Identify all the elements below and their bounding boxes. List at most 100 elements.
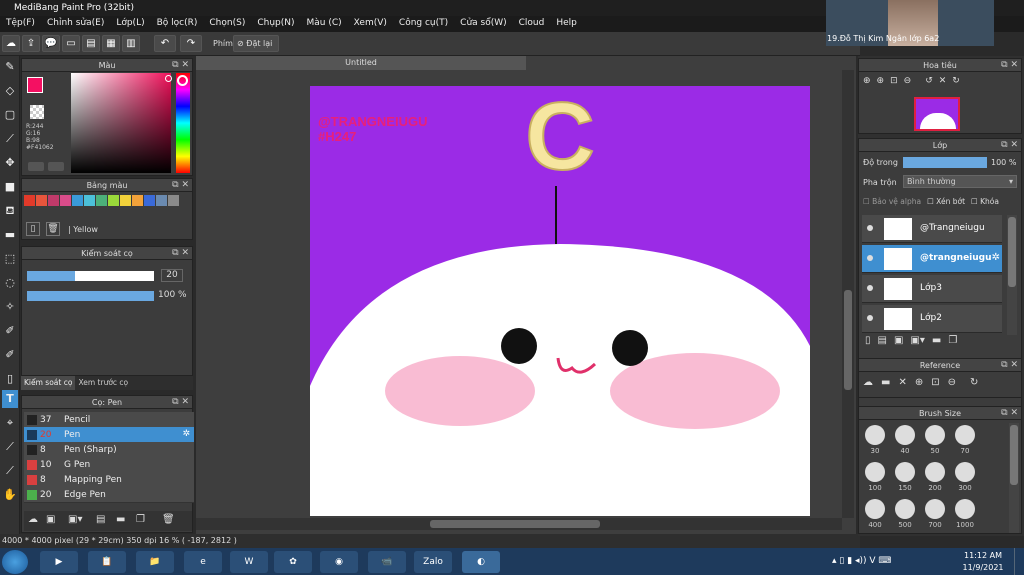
share-icon[interactable]: ⇪	[22, 35, 40, 52]
new-page-icon[interactable]: ▯	[26, 222, 40, 236]
brush-size-dot[interactable]	[925, 462, 945, 482]
gradient-tool-icon[interactable]: ▬	[2, 226, 18, 244]
brush-item[interactable]: 20 Pen ✲	[24, 427, 194, 443]
rotate-right-icon[interactable]: ↻	[952, 76, 960, 90]
palette-swatch[interactable]	[108, 195, 119, 206]
brush-size-dot[interactable]	[955, 462, 975, 482]
operation-tool-icon[interactable]: ⌖	[2, 414, 18, 432]
palette-swatch[interactable]	[144, 195, 155, 206]
teams-icon[interactable]: 📋	[88, 551, 126, 573]
hue-cursor[interactable]	[177, 75, 188, 86]
close-icon[interactable]: ⧉ ✕	[172, 247, 189, 260]
menu-item-11[interactable]: Help	[550, 16, 583, 32]
brush-size-dot[interactable]	[895, 499, 915, 519]
brush-size-dot[interactable]	[895, 462, 915, 482]
chrome-icon[interactable]: ◉	[320, 551, 358, 573]
gear-icon[interactable]: ✲	[182, 429, 190, 439]
layer-row[interactable]: Lớp2	[862, 305, 1002, 333]
lasso-tool-icon[interactable]: ◌	[2, 274, 18, 292]
divide-tool-icon[interactable]: ▯	[2, 370, 18, 388]
tab-brush-preview[interactable]: Xem trước cọ	[75, 376, 131, 390]
brush-size-dot[interactable]	[925, 499, 945, 519]
size-value[interactable]: 20	[161, 269, 183, 282]
close-icon[interactable]: ⧉ ✕	[1001, 59, 1018, 72]
page-icon[interactable]: ▤	[82, 35, 100, 52]
protect-alpha-checkbox[interactable]: ☐ Bảo vệ alpha	[863, 197, 921, 206]
add-brush-menu-icon[interactable]: ▣▾	[68, 514, 82, 525]
eye-icon[interactable]	[867, 315, 873, 321]
merge-icon[interactable]: ❐	[948, 335, 957, 351]
close-icon[interactable]: ⧉ ✕	[1001, 359, 1018, 372]
palette-swatch[interactable]	[168, 195, 179, 206]
brush-item[interactable]: 20 Edge Pen	[24, 487, 194, 503]
menu-item-10[interactable]: Cloud	[513, 16, 551, 32]
eyedropper-2-icon[interactable]: ⟋	[2, 462, 18, 480]
speech-bubble-icon[interactable]: 💬	[42, 35, 60, 52]
opacity-slider[interactable]	[27, 291, 154, 301]
new-layer-3-icon[interactable]: ▣	[894, 335, 903, 351]
reset-view-icon[interactable]: ✕	[939, 76, 947, 90]
medibang-icon[interactable]: ◐	[462, 551, 500, 573]
foreground-swatch[interactable]	[27, 77, 43, 93]
brush-size-dot[interactable]	[955, 499, 975, 519]
internet-explorer-icon[interactable]: e	[184, 551, 222, 573]
open-folder-icon[interactable]: ▬	[881, 377, 890, 388]
eyedropper-icon[interactable]: ⟋	[2, 438, 18, 456]
zoom-out-icon[interactable]: ⊖	[904, 76, 912, 90]
scroll-thumb[interactable]	[844, 290, 852, 390]
redo-icon[interactable]: ↷	[180, 35, 202, 52]
palette-swatch[interactable]	[120, 195, 131, 206]
add-brush-icon[interactable]: ▣	[46, 514, 55, 525]
gear-icon[interactable]: ✲	[992, 252, 1000, 263]
brush-tool-icon[interactable]: ✎	[2, 58, 18, 76]
color-mode-button[interactable]	[28, 162, 44, 171]
magic-wand-icon[interactable]: ✧	[2, 298, 18, 316]
lock-checkbox[interactable]: ☐ Khóa	[971, 197, 999, 206]
layer-row[interactable]: @trangneiugu ✲	[862, 245, 1002, 273]
menu-item-2[interactable]: Lớp(L)	[110, 16, 150, 32]
picker-cursor[interactable]	[165, 75, 172, 82]
folder-icon[interactable]: ▬	[932, 335, 941, 351]
zalo-icon[interactable]: Zalo	[414, 551, 452, 573]
clipping-checkbox[interactable]: ☐ Xén bớt	[927, 197, 965, 206]
brush-item[interactable]: 8 Pen (Sharp)	[24, 442, 194, 458]
brush-item[interactable]: 8 Mapping Pen	[24, 472, 194, 488]
close-icon[interactable]: ⧉ ✕	[172, 59, 189, 72]
bucket-tool-icon[interactable]: ⛾	[2, 202, 18, 220]
new-layer-2-icon[interactable]: ▤	[878, 335, 887, 351]
menu-item-7[interactable]: Xem(V)	[348, 16, 393, 32]
add-layer-menu-icon[interactable]: ▣▾	[910, 335, 924, 351]
brush-item[interactable]: 10 G Pen	[24, 457, 194, 473]
brush-size-scrollbar[interactable]	[1009, 423, 1019, 533]
zoom-icon[interactable]: 📹	[368, 551, 406, 573]
brush-size-dot[interactable]	[895, 425, 915, 445]
app-icon[interactable]: ✿	[274, 551, 312, 573]
show-desktop-button[interactable]	[1014, 548, 1024, 575]
menu-item-9[interactable]: Cửa sổ(W)	[454, 16, 512, 32]
brush-size-dot[interactable]	[865, 462, 885, 482]
undo-icon[interactable]: ↶	[154, 35, 176, 52]
grid-icon[interactable]: ▦	[102, 35, 120, 52]
zoom-in-2-icon[interactable]: ⊕	[877, 76, 885, 90]
size-slider[interactable]	[27, 271, 154, 281]
close-reference-icon[interactable]: ✕	[898, 377, 906, 388]
folder-icon[interactable]: ▬	[116, 514, 125, 525]
menu-item-3[interactable]: Bộ lọc(R)	[151, 16, 204, 32]
brush-size-dot[interactable]	[865, 425, 885, 445]
eye-icon[interactable]	[867, 285, 873, 291]
artwork[interactable]: C @TRANGNEIUGU #H247	[310, 86, 810, 516]
brush-size-dot[interactable]	[865, 499, 885, 519]
word-icon[interactable]: W	[230, 551, 268, 573]
menu-item-6[interactable]: Màu (C)	[301, 16, 348, 32]
hand-tool-icon[interactable]: ✋	[2, 486, 18, 504]
palette-swatch[interactable]	[84, 195, 95, 206]
scroll-thumb[interactable]	[430, 520, 600, 528]
select-tool-icon[interactable]: ⬚	[2, 250, 18, 268]
palette-swatch[interactable]	[156, 195, 167, 206]
cloud-download-icon[interactable]: ☁	[28, 514, 38, 525]
color-mode-button-2[interactable]	[48, 162, 64, 171]
scroll-thumb[interactable]	[1010, 425, 1018, 485]
panel-icon[interactable]: ▥	[122, 35, 140, 52]
eye-icon[interactable]	[867, 225, 873, 231]
palette-swatch[interactable]	[24, 195, 35, 206]
